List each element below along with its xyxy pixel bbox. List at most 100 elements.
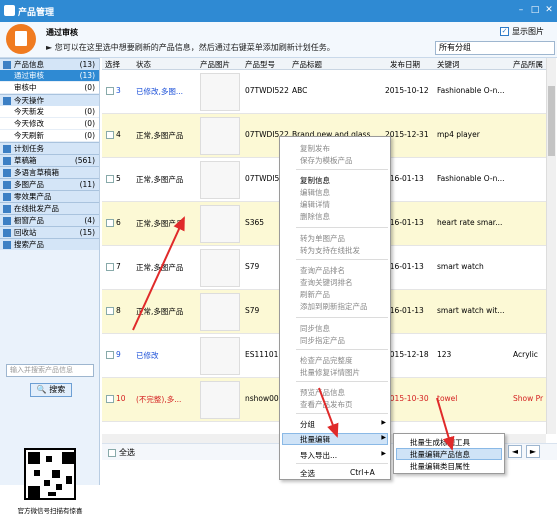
sidebar-item-count: (0)	[84, 119, 95, 128]
context-menu-item[interactable]: 查看产品发布页	[300, 399, 353, 410]
row-keyword: Fashionable O-n...	[437, 86, 505, 95]
context-menu-item[interactable]: 复制信息	[300, 175, 330, 186]
context-menu-item[interactable]: 查询产品排名	[300, 265, 345, 276]
maximize-button[interactable]: □	[528, 3, 542, 17]
column-header[interactable]: 选择	[105, 59, 120, 70]
row-keyword: heart rate smar...	[437, 218, 503, 227]
row-date: 2015-10-12	[385, 86, 429, 95]
column-header[interactable]: 发布日期	[390, 59, 420, 70]
context-menu-item[interactable]: 同步指定产品	[300, 335, 345, 346]
sidebar-item[interactable]: 今天新发 (0)	[0, 106, 99, 118]
context-menu-item[interactable]: 转为单图产品	[300, 233, 345, 244]
row-model: S365	[245, 218, 265, 227]
row-checkbox[interactable]	[106, 131, 114, 139]
menu-highlight	[282, 433, 388, 445]
menu-separator	[296, 463, 388, 464]
search-button[interactable]: 🔍 搜索	[30, 383, 72, 397]
row-checkbox[interactable]	[106, 175, 114, 183]
next-page-button[interactable]: ►	[526, 445, 540, 458]
row-status: 正常,多图产品	[136, 263, 184, 272]
row-status: 已修改,多图...	[136, 87, 184, 96]
column-header[interactable]: 产品标题	[292, 59, 322, 70]
context-menu-item[interactable]: 查询关键词排名	[300, 277, 353, 288]
sidebar-item[interactable]: 今天刷新 (0)	[0, 130, 99, 142]
context-menu-item[interactable]: 保存为模板产品	[300, 155, 353, 166]
sidebar-item-label: 通过审核	[14, 71, 44, 80]
context-menu-item[interactable]: 编辑信息	[300, 187, 330, 198]
row-checkbox[interactable]	[106, 263, 114, 271]
submenu-item[interactable]: 批量编辑类目属性	[410, 461, 470, 472]
context-menu-item[interactable]: 分组	[300, 419, 315, 430]
context-menu-item[interactable]: 批量编辑	[300, 434, 330, 445]
context-menu-item[interactable]: 刷新产品	[300, 289, 330, 300]
product-image	[200, 117, 240, 155]
context-menu-item[interactable]: 添加到刷新指定产品	[300, 301, 368, 312]
context-menu-item[interactable]: 同步信息	[300, 323, 330, 334]
prev-page-button[interactable]: ◄	[508, 445, 522, 458]
row-keyword: smart watch wit...	[437, 306, 505, 315]
sidebar-item[interactable]: 通过审核 (13)	[0, 70, 99, 82]
sidebar-item[interactable]: 审核中 (0)	[0, 82, 99, 94]
sidebar-section[interactable]: 多语言草稿箱	[0, 166, 99, 178]
table-row[interactable]: 3 已修改,多图... 07TWDI522 ABC 2015-10-12 Fashiona…	[102, 70, 546, 114]
select-all-shortcut: Ctrl+A	[350, 468, 375, 477]
column-header[interactable]: 产品所属	[513, 59, 543, 70]
sidebar-section[interactable]: 搜索产品	[0, 238, 99, 250]
product-image	[200, 161, 240, 199]
context-menu-item[interactable]: 全选	[300, 468, 315, 479]
sidebar-section[interactable]: 回收站 (15)	[0, 226, 99, 238]
row-status: 正常,多图产品	[136, 307, 184, 316]
context-menu-item[interactable]: 转为支持在线批发	[300, 245, 360, 256]
context-menu-item[interactable]: 导入导出...	[300, 450, 337, 461]
row-checkbox[interactable]	[106, 351, 114, 359]
sidebar-section[interactable]: 产品信息 (13)	[0, 58, 99, 70]
row-model: ES11101	[245, 350, 279, 359]
context-menu-item[interactable]: 预览产品信息	[300, 387, 345, 398]
group-select[interactable]: 所有分组	[435, 41, 555, 55]
sidebar-section[interactable]: 今天操作	[0, 94, 99, 106]
row-checkbox[interactable]	[106, 87, 114, 95]
sidebar-section[interactable]: 草稿箱 (561)	[0, 154, 99, 166]
row-checkbox[interactable]	[106, 219, 114, 227]
sidebar-section[interactable]: 计划任务	[0, 142, 99, 154]
column-header[interactable]: 产品图片	[200, 59, 230, 70]
column-header[interactable]: 状态	[136, 59, 151, 70]
sidebar-section[interactable]: 在线批发产品	[0, 202, 99, 214]
submenu-arrow-icon: ▶	[381, 450, 386, 457]
row-status: 正常,多图产品	[136, 219, 184, 228]
context-menu-item[interactable]: 编辑详情	[300, 199, 330, 210]
sidebar-section-label: 搜索产品	[14, 240, 44, 249]
sidebar-item-label: 今天修改	[14, 119, 44, 128]
column-header[interactable]: 关键词	[437, 59, 460, 70]
product-image	[200, 337, 240, 375]
submenu-item[interactable]: 批量生成标题工具	[410, 437, 470, 448]
sidebar-item[interactable]: 今天修改 (0)	[0, 118, 99, 130]
context-menu: 复制发布 保存为模板产品 复制信息 编辑信息 编辑详情 删除信息转为单图产品 转为支持在线批…	[279, 136, 391, 480]
product-search-input[interactable]: 输入并搜索产品信息	[6, 364, 94, 377]
vertical-scrollbar[interactable]	[546, 58, 556, 434]
sidebar-section[interactable]: 橱窗产品 (4)	[0, 214, 99, 226]
window-title: 产品管理	[18, 8, 55, 18]
context-menu-item[interactable]: 复制发布	[300, 143, 330, 154]
select-all-checkbox[interactable]: 全选	[108, 447, 135, 458]
close-button[interactable]: ✕	[542, 3, 556, 17]
minimize-button[interactable]: –	[514, 3, 528, 17]
sidebar-section-label: 多语言草稿箱	[14, 168, 59, 177]
show-images-toggle[interactable]: ✓ 显示图片	[500, 26, 544, 37]
sidebar-section[interactable]: 零效果产品	[0, 190, 99, 202]
context-menu-item[interactable]: 删除信息	[300, 211, 330, 222]
row-model: nshow002	[245, 394, 284, 403]
sidebar-item-label: 审核中	[14, 83, 37, 92]
batch-edit-submenu: 批量生成标题工具 批量编辑产品信息 批量编辑类目属性	[393, 433, 505, 474]
column-header[interactable]: 产品型号	[245, 59, 275, 70]
submenu-item[interactable]: 批量编辑产品信息	[410, 449, 470, 460]
context-menu-item[interactable]: 批量修复详情图片	[300, 367, 360, 378]
row-keyword: mp4 player	[437, 130, 480, 139]
sidebar-section-label: 回收站	[14, 228, 37, 237]
select-all-label: 全选	[119, 448, 135, 457]
row-checkbox[interactable]	[106, 395, 114, 403]
sidebar-section[interactable]: 多图产品 (11)	[0, 178, 99, 190]
sidebar-section-label: 今天操作	[14, 96, 44, 105]
context-menu-item[interactable]: 检查产品完整度	[300, 355, 353, 366]
row-checkbox[interactable]	[106, 307, 114, 315]
